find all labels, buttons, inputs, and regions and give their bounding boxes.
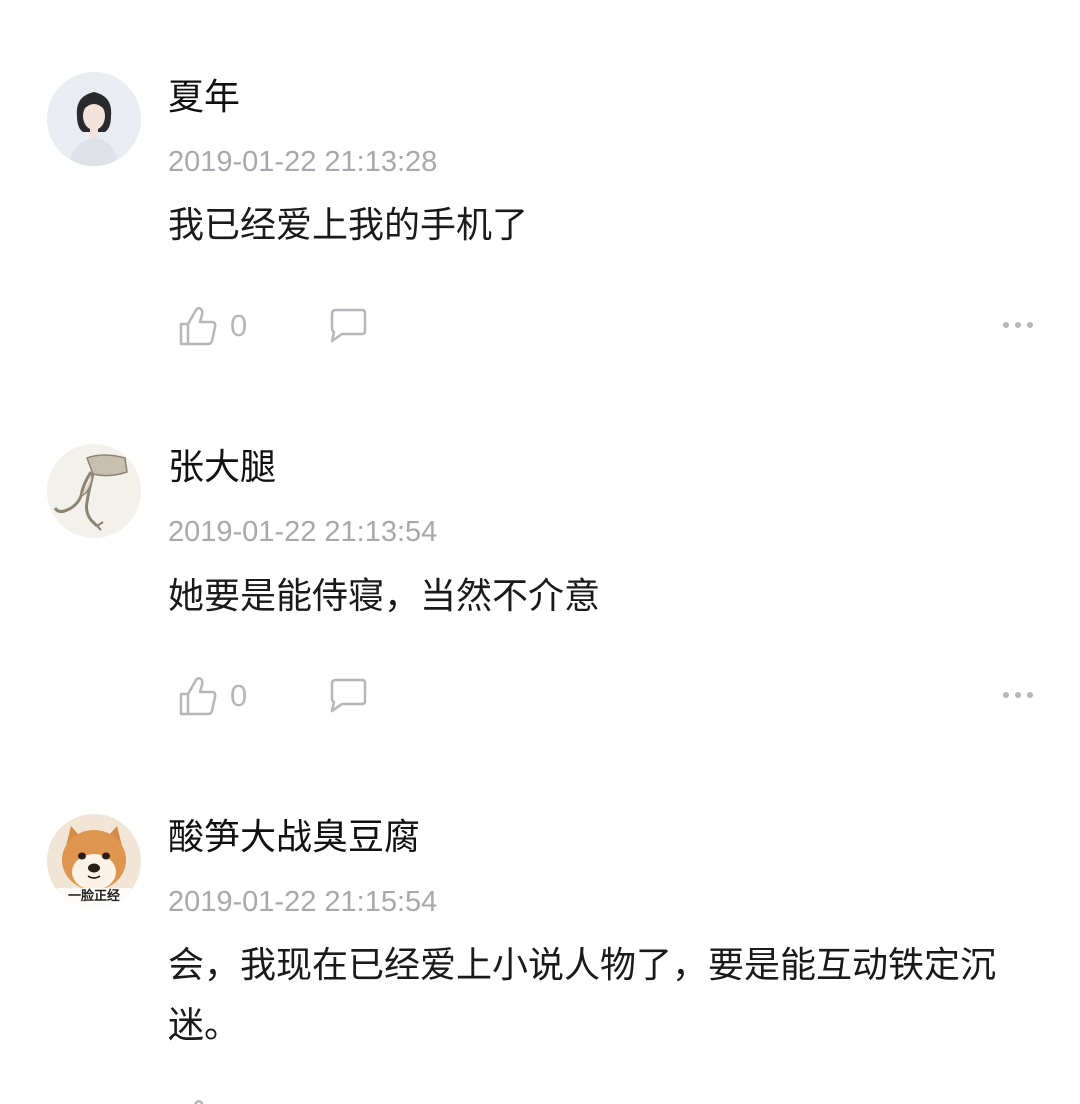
more-button[interactable]: [998, 313, 1038, 337]
like-count: 0: [230, 678, 248, 713]
like-button[interactable]: 0: [178, 671, 247, 721]
timestamp: 2019-01-22 21:15:54: [168, 886, 438, 918]
username[interactable]: 张大腿: [168, 446, 276, 490]
rolled-pants-leg-avatar-icon: [47, 444, 141, 538]
comment-list: 夏年 2019-01-22 21:13:28 我已经爱上我的手机了 0 张大腿 …: [0, 0, 1080, 1104]
comment-text: 她要是能侍寝，当然不介意: [168, 576, 601, 617]
action-bar: [168, 1094, 1038, 1104]
thumbs-up-icon: [179, 676, 217, 716]
username[interactable]: 酸笋大战臭豆腐: [168, 816, 420, 860]
like-button[interactable]: 0: [178, 301, 247, 351]
comment-text: 会，我现在已经爱上小说人物了，要是能互动铁定沉迷。: [168, 945, 997, 1046]
like-count: 0: [230, 308, 248, 343]
action-bar: 0: [168, 671, 1038, 721]
thumbs-up-icon: [193, 1099, 204, 1104]
girl-portrait-avatar-icon: [47, 72, 141, 166]
like-button[interactable]: [178, 1094, 218, 1104]
avatar[interactable]: [47, 444, 141, 538]
avatar-caption: 一脸正经: [67, 889, 120, 904]
action-bar: 0: [168, 301, 1038, 351]
reply-button[interactable]: [328, 305, 368, 345]
reply-button[interactable]: [328, 675, 368, 715]
avatar[interactable]: [47, 72, 141, 166]
avatar[interactable]: 一脸正经: [47, 814, 141, 908]
username[interactable]: 夏年: [168, 76, 240, 120]
thumbs-up-icon: [179, 306, 217, 346]
comment-bubble-icon: [330, 678, 367, 713]
comment-text: 我已经爱上我的手机了: [168, 205, 529, 246]
more-dots-icon: [1003, 322, 1033, 328]
more-button[interactable]: [998, 683, 1038, 707]
comment-bubble-icon: [330, 308, 367, 343]
timestamp: 2019-01-22 21:13:28: [168, 146, 438, 178]
more-dots-icon: [1003, 692, 1033, 698]
timestamp: 2019-01-22 21:13:54: [168, 516, 438, 548]
